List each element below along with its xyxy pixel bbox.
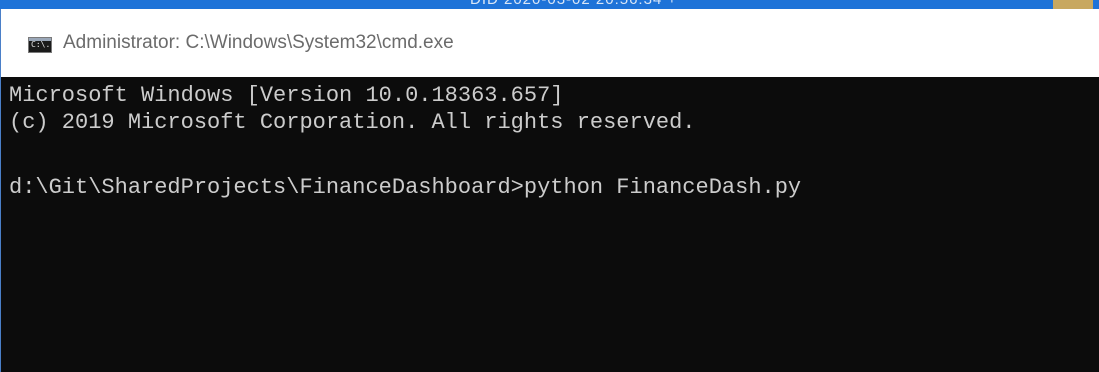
screen: DID 2020-03-02 20:56:34 + C:\. Administr… [0,0,1099,372]
window-title: Administrator: C:\Windows\System32\cmd.e… [63,32,454,53]
window-titlebar[interactable]: C:\. Administrator: C:\Windows\System32\… [0,9,1099,77]
background-window-corner [1053,0,1093,9]
console-icon[interactable]: C:\. [28,37,52,53]
background-window-text: DID 2020-03-02 20:56:34 + [470,0,677,8]
console-output[interactable]: Microsoft Windows [Version 10.0.18363.65… [0,77,1099,372]
console-icon-label: C:\. [31,40,51,49]
console-line: (c) 2019 Microsoft Corporation. All righ… [9,110,696,135]
console-line: Microsoft Windows [Version 10.0.18363.65… [9,83,564,108]
console-prompt-line: d:\Git\SharedProjects\FinanceDashboard>p… [9,175,802,200]
background-window-strip: DID 2020-03-02 20:56:34 + [0,0,1099,9]
